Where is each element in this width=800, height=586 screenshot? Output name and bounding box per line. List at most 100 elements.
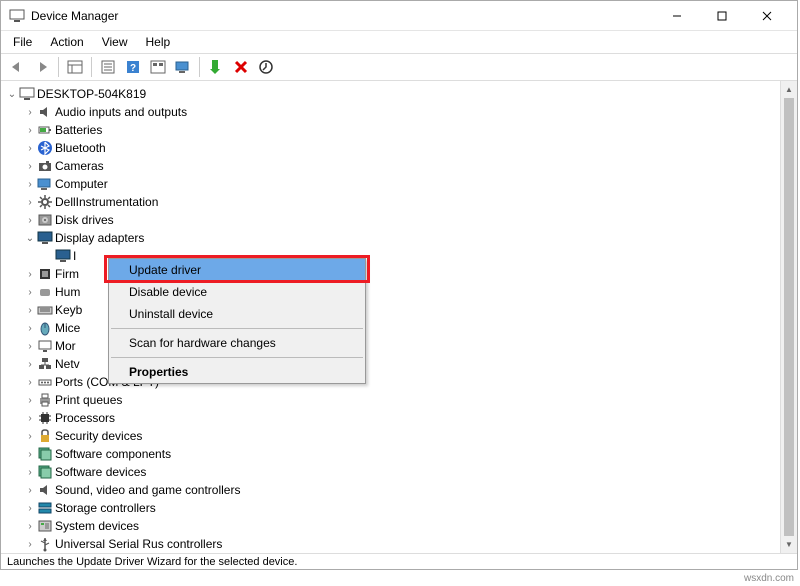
monitor-icon	[37, 338, 53, 354]
tree-node[interactable]: › Disk drives	[23, 211, 776, 229]
menu-view[interactable]: View	[94, 33, 136, 51]
expander-icon[interactable]: ›	[23, 179, 37, 190]
node-label: Storage controllers	[55, 501, 156, 515]
expander-icon[interactable]: ›	[23, 143, 37, 154]
node-label: Disk drives	[55, 213, 114, 227]
expander-icon[interactable]: ›	[23, 413, 37, 424]
tree-node[interactable]: ⌄ Display adapters	[23, 229, 776, 247]
tree-node[interactable]: ›DellInstrumentation	[23, 193, 776, 211]
node-label: System devices	[55, 519, 139, 533]
expander-icon[interactable]: ›	[23, 359, 37, 370]
maximize-button[interactable]	[699, 1, 744, 30]
expander-icon[interactable]: ⌄	[5, 89, 19, 100]
uninstall-device-button[interactable]	[229, 55, 253, 79]
expander-icon[interactable]: ›	[23, 395, 37, 406]
window-title: Device Manager	[31, 9, 654, 23]
scan-hardware-button[interactable]	[171, 55, 195, 79]
menu-action[interactable]: Action	[42, 33, 91, 51]
scroll-down-arrow[interactable]: ▼	[782, 536, 797, 553]
expander-icon[interactable]: ›	[23, 323, 37, 334]
context-separator	[111, 328, 363, 329]
expander-icon[interactable]: ›	[23, 431, 37, 442]
tree-node[interactable]: ›Print queues	[23, 391, 776, 409]
node-label: DESKTOP-504K819	[37, 87, 146, 101]
tree-node[interactable]: › System devices	[23, 517, 776, 535]
close-button[interactable]	[744, 1, 789, 30]
minimize-button[interactable]	[654, 1, 699, 30]
context-item[interactable]: Properties	[109, 361, 365, 383]
context-item[interactable]: Uninstall device	[109, 303, 365, 325]
node-label: Sound, video and game controllers	[55, 483, 240, 497]
view-button[interactable]	[146, 55, 170, 79]
watermark: wsxdn.com	[744, 573, 794, 584]
node-label: Batteries	[55, 123, 102, 137]
forward-button[interactable]	[30, 55, 54, 79]
expander-icon[interactable]: ›	[23, 377, 37, 388]
tree-node[interactable]: › Batteries	[23, 121, 776, 139]
tree-node[interactable]: › Audio inputs and outputs	[23, 103, 776, 121]
update-driver-button[interactable]	[254, 55, 278, 79]
tree-node[interactable]: ›Universal Serial Rus controllers	[23, 535, 776, 553]
expander-icon[interactable]: ›	[23, 467, 37, 478]
system-icon	[37, 518, 53, 534]
tree-node[interactable]: ›Computer	[23, 175, 776, 193]
expander-icon[interactable]: ›	[23, 341, 37, 352]
expander-icon[interactable]: ›	[23, 107, 37, 118]
node-label: Cameras	[55, 159, 104, 173]
vertical-scrollbar[interactable]: ▲ ▼	[780, 81, 797, 553]
menu-file[interactable]: File	[5, 33, 40, 51]
tree-node[interactable]: ›Security devices	[23, 427, 776, 445]
context-item[interactable]: Update driver	[109, 259, 365, 281]
tree-node[interactable]: › Software devices	[23, 463, 776, 481]
tree-node[interactable]: › Processors	[23, 409, 776, 427]
tree-node[interactable]: › Cameras	[23, 157, 776, 175]
node-label: Netv	[55, 357, 80, 371]
expander-icon[interactable]: ›	[23, 215, 37, 226]
expander-icon[interactable]: ›	[23, 197, 37, 208]
printer-icon	[37, 392, 53, 408]
enable-device-button[interactable]	[204, 55, 228, 79]
titlebar[interactable]: Device Manager	[1, 1, 797, 31]
back-button[interactable]	[5, 55, 29, 79]
computer-icon	[37, 176, 53, 192]
security-icon	[37, 428, 53, 444]
tree-node[interactable]: › Bluetooth	[23, 139, 776, 157]
scroll-up-arrow[interactable]: ▲	[782, 81, 797, 98]
tree-node[interactable]: ›Software components	[23, 445, 776, 463]
disk-icon	[37, 212, 53, 228]
node-label: Firm	[55, 267, 79, 281]
tree-node[interactable]: › Storage controllers	[23, 499, 776, 517]
toolbar: ?	[1, 53, 797, 81]
expander-icon[interactable]: ›	[23, 305, 37, 316]
node-label: Processors	[55, 411, 115, 425]
expander-icon[interactable]: ›	[23, 485, 37, 496]
node-label: Software devices	[55, 465, 146, 479]
show-hidden-button[interactable]	[63, 55, 87, 79]
node-label: Audio inputs and outputs	[55, 105, 187, 119]
expander-icon[interactable]: ›	[23, 287, 37, 298]
scroll-thumb[interactable]	[784, 98, 794, 536]
context-menu: Update driverDisable deviceUninstall dev…	[108, 258, 366, 384]
camera-icon	[37, 158, 53, 174]
context-item[interactable]: Scan for hardware changes	[109, 332, 365, 354]
context-item[interactable]: Disable device	[109, 281, 365, 303]
context-separator	[111, 357, 363, 358]
expander-icon[interactable]: ›	[23, 521, 37, 532]
expander-icon[interactable]: ›	[23, 503, 37, 514]
expander-icon[interactable]: ›	[23, 539, 37, 550]
expander-icon[interactable]: ›	[23, 161, 37, 172]
node-label: Bluetooth	[55, 141, 106, 155]
expander-icon[interactable]: ›	[23, 125, 37, 136]
menubar: File Action View Help	[1, 31, 797, 53]
expander-icon[interactable]: ›	[23, 269, 37, 280]
expander-icon[interactable]: ⌄	[23, 233, 37, 244]
tree-node[interactable]: › Sound, video and game controllers	[23, 481, 776, 499]
properties-button[interactable]	[96, 55, 120, 79]
node-label: Keyb	[55, 303, 82, 317]
help-button[interactable]: ?	[121, 55, 145, 79]
expander-icon[interactable]: ›	[23, 449, 37, 460]
tree-root[interactable]: ⌄ DESKTOP-504K819	[5, 85, 776, 103]
usb-icon	[37, 536, 53, 552]
menu-help[interactable]: Help	[138, 33, 179, 51]
node-label: Display adapters	[55, 231, 144, 245]
